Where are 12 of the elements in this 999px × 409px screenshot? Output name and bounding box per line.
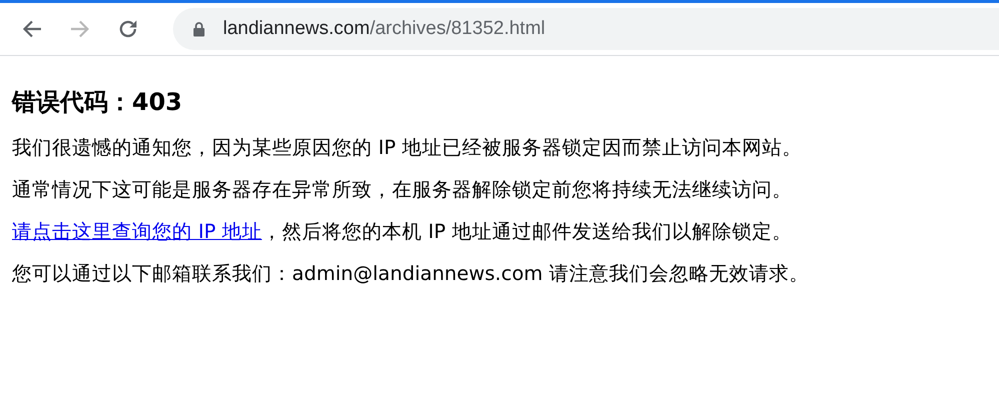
paragraph: 请点击这里查询您的 IP 地址，然后将您的本机 IP 地址通过邮件发送给我们以解除锁定。 xyxy=(12,220,792,243)
paragraph: 您可以通过以下邮箱联系我们：admin@landiannews.com 请注意我们会忽略无效请求。 xyxy=(12,262,809,285)
error-heading: 错误代码：403 xyxy=(12,87,182,118)
paragraph: 我们很遗憾的通知您，因为某些原因您的 IP 地址已经被服务器锁定因而禁止访问本网站。 xyxy=(12,136,802,159)
address-bar[interactable]: landiannews.com/archives/81352.html xyxy=(173,8,999,50)
forward-arrow-icon xyxy=(70,20,90,38)
back-arrow-icon xyxy=(22,20,42,38)
url-text: landiannews.com/archives/81352.html xyxy=(223,18,546,40)
reload-icon xyxy=(117,18,139,40)
lock-icon xyxy=(193,21,205,37)
paragraph: 通常情况下这可能是服务器存在异常所致，在服务器解除锁定前您将持续无法继续访问。 xyxy=(12,178,792,201)
ip-lookup-link[interactable]: 请点击这里查询您的 IP 地址 xyxy=(12,220,262,243)
